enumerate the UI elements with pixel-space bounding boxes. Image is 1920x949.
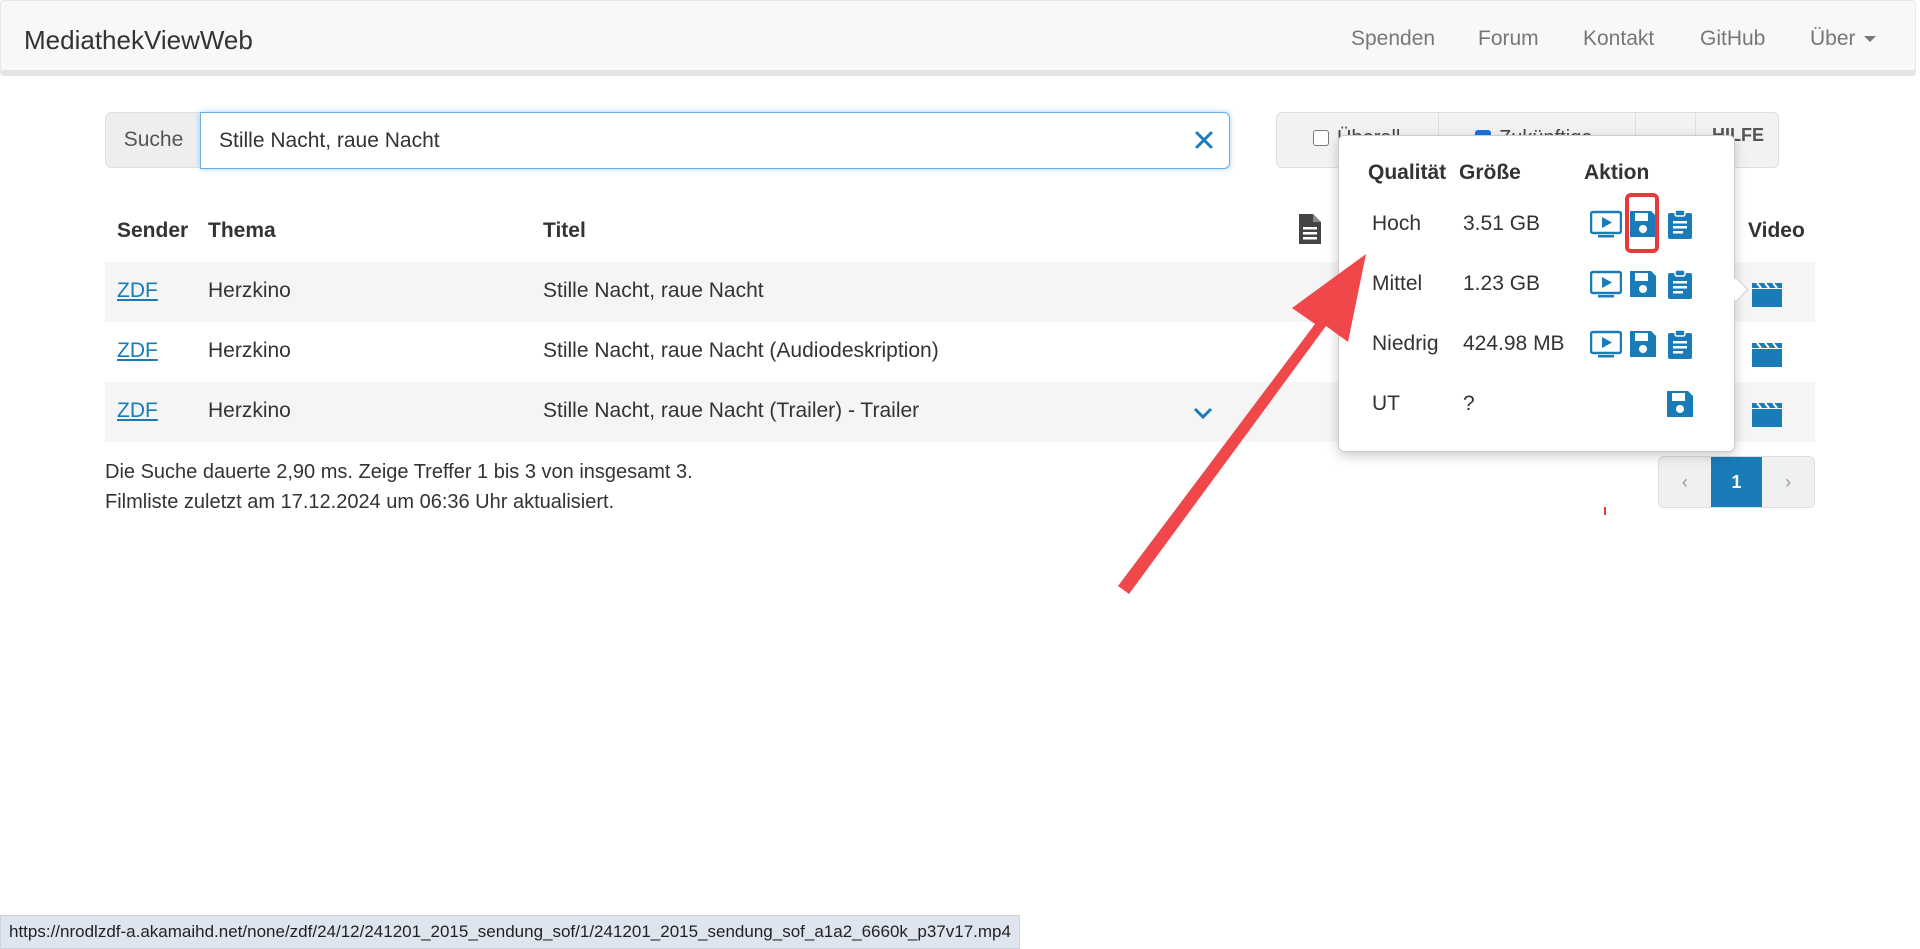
play-icon[interactable]: [1590, 328, 1622, 360]
nav-dropdown-label: Über: [1810, 27, 1856, 50]
quality-label: Niedrig: [1372, 332, 1439, 355]
column-header-thema[interactable]: Thema: [208, 219, 276, 243]
filmliste-updated: Filmliste zuletzt am 17.12.2024 um 06:36…: [105, 491, 615, 513]
thema-cell[interactable]: Herzkino: [208, 339, 291, 363]
size-label: 1.23 GB: [1463, 272, 1541, 295]
nav-link-github[interactable]: GitHub: [1700, 27, 1765, 51]
nav-link-kontakt[interactable]: Kontakt: [1583, 27, 1654, 51]
clipboard-icon[interactable]: [1664, 208, 1696, 240]
chevron-down-icon[interactable]: [1192, 406, 1214, 420]
size-label: ?: [1463, 392, 1475, 415]
titel-cell: Stille Nacht, raue Nacht: [543, 279, 764, 302]
download-save-icon[interactable]: [1664, 388, 1696, 420]
video-clapperboard-icon[interactable]: [1751, 280, 1783, 308]
column-header-video: Video: [1748, 219, 1805, 242]
clipboard-icon[interactable]: [1664, 328, 1696, 360]
search-summary: Die Suche dauerte 2,90 ms. Zeige Treffer…: [105, 461, 693, 483]
option-checkbox-ueberall[interactable]: [1313, 130, 1329, 146]
titel-cell: Stille Nacht, raue Nacht (Trailer) - Tra…: [543, 399, 920, 422]
popover-header-qualitaet: Qualität: [1368, 161, 1447, 184]
size-label: 3.51 GB: [1463, 212, 1541, 235]
titel-cell: Stille Nacht, raue Nacht (Audiodeskripti…: [543, 339, 939, 362]
pagination-prev-button[interactable]: ‹: [1659, 457, 1711, 507]
quality-label: UT: [1372, 392, 1400, 415]
pagination: ‹ 1 ›: [1658, 456, 1815, 508]
nav-dropdown-ueber[interactable]: Über: [1810, 27, 1876, 51]
sender-link[interactable]: ZDF: [117, 279, 158, 303]
annotation-highlight-box: [1625, 193, 1659, 253]
description-icon: [1299, 214, 1321, 244]
download-save-icon[interactable]: [1627, 268, 1659, 300]
pagination-next-button[interactable]: ›: [1762, 457, 1814, 507]
status-url-bar: https://nrodlzdf-a.akamaihd.net/none/zdf…: [0, 915, 1020, 949]
sender-link[interactable]: ZDF: [117, 399, 158, 423]
sender-link[interactable]: ZDF: [117, 339, 158, 363]
size-label: 424.98 MB: [1463, 332, 1565, 355]
popover-header-aktion: Aktion: [1584, 161, 1650, 184]
video-clapperboard-icon[interactable]: [1751, 340, 1783, 368]
search-input[interactable]: [200, 112, 1230, 169]
brand-logo[interactable]: MediathekViewWeb: [24, 25, 253, 56]
clipboard-icon[interactable]: [1664, 268, 1696, 300]
thema-cell[interactable]: Herzkino: [208, 399, 291, 423]
annotation-mark: [1604, 507, 1606, 515]
download-save-icon[interactable]: [1627, 328, 1659, 360]
clear-search-icon[interactable]: [1188, 124, 1220, 156]
play-icon[interactable]: [1590, 268, 1622, 300]
nav-link-forum[interactable]: Forum: [1478, 27, 1539, 51]
play-icon[interactable]: [1590, 208, 1622, 240]
pagination-page-button[interactable]: 1: [1710, 457, 1763, 507]
caret-down-icon: [1863, 36, 1876, 43]
quality-label: Mittel: [1372, 272, 1423, 295]
nav-link-spenden[interactable]: Spenden: [1351, 27, 1435, 51]
popover-header-groesse: Größe: [1459, 161, 1521, 184]
thema-cell[interactable]: Herzkino: [208, 279, 291, 303]
quality-label: Hoch: [1372, 212, 1422, 235]
video-clapperboard-icon[interactable]: [1751, 400, 1783, 428]
column-header-sender[interactable]: Sender: [117, 219, 188, 243]
column-header-titel[interactable]: Titel: [543, 219, 586, 243]
search-addon: Suche: [105, 112, 201, 168]
